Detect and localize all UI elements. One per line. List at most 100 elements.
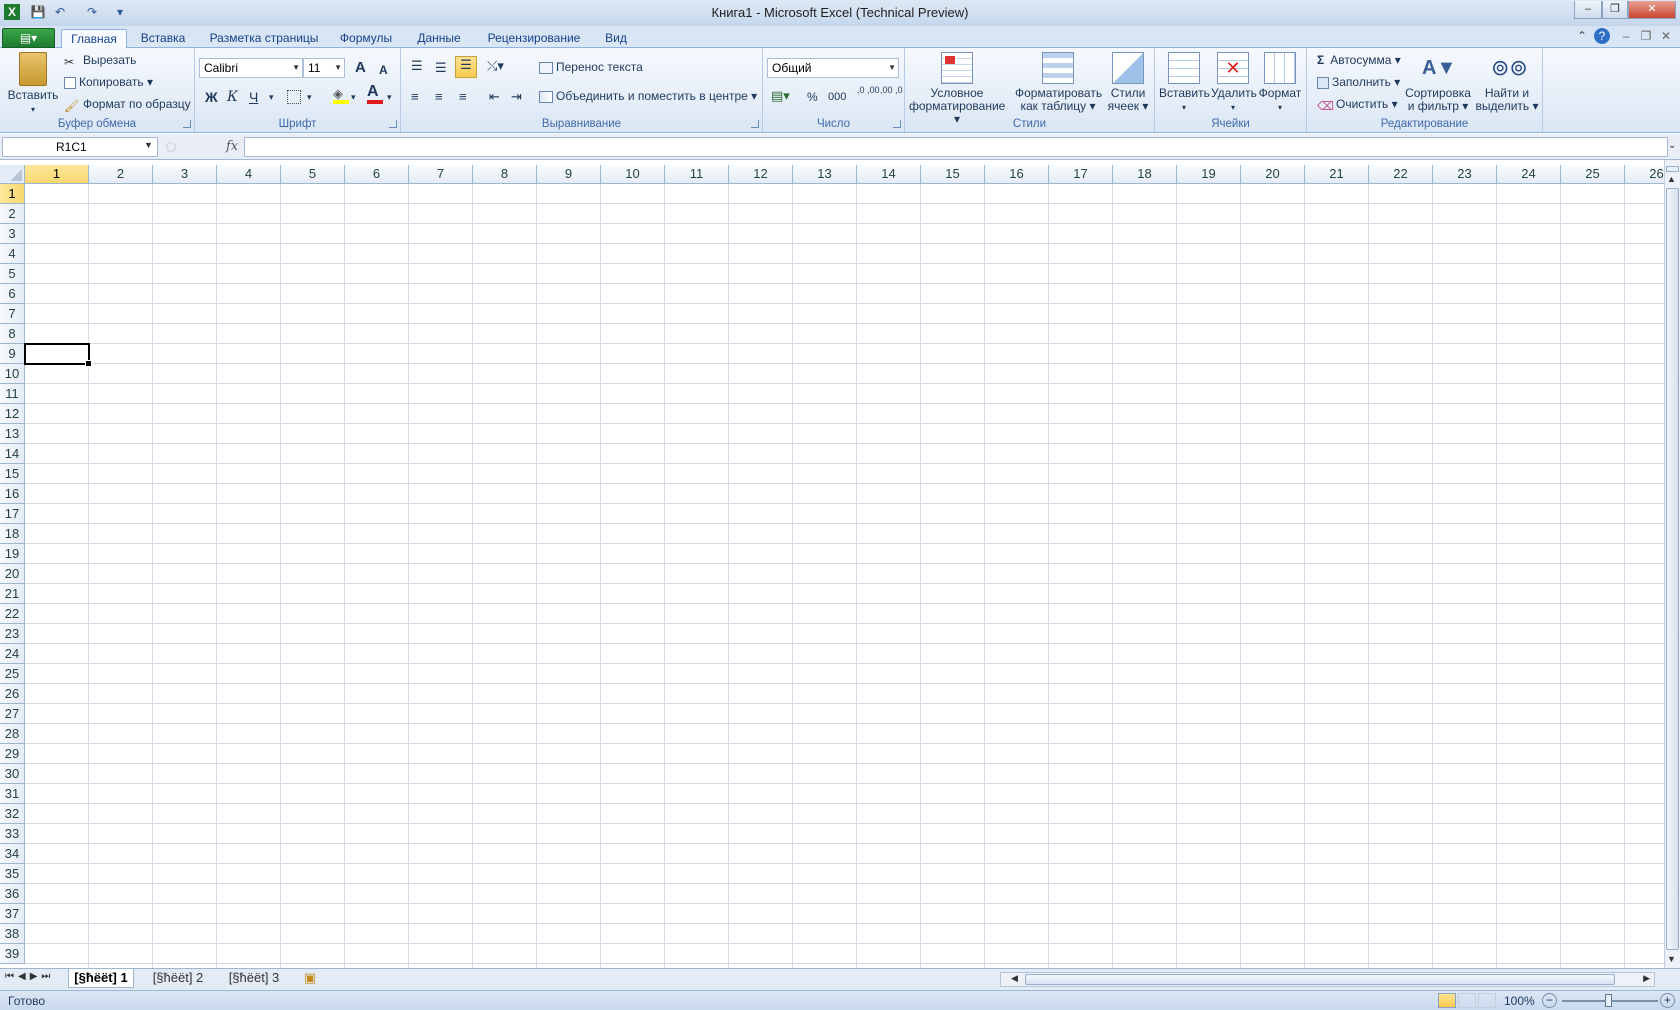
copy-button[interactable]: Копировать ▾ <box>64 74 153 90</box>
column-header[interactable]: 4 <box>217 165 281 183</box>
doc-restore-icon[interactable]: ❐ <box>1638 28 1654 44</box>
horizontal-scrollbar[interactable]: ◀ ▶ <box>1000 972 1655 987</box>
split-handle-icon[interactable] <box>1666 166 1679 172</box>
row-header[interactable]: 16 <box>0 484 25 504</box>
shrink-font-button[interactable]: A <box>379 62 388 78</box>
scroll-right-icon[interactable]: ▶ <box>1643 973 1650 984</box>
tab-page-layout[interactable]: Разметка страницы <box>205 29 323 49</box>
tab-data[interactable]: Данные <box>410 29 468 49</box>
row-header[interactable]: 6 <box>0 284 25 304</box>
column-header[interactable]: 3 <box>153 165 217 183</box>
row-header[interactable]: 32 <box>0 804 25 824</box>
delete-cells-button[interactable]: ✕ Удалить ▾ <box>1211 52 1257 114</box>
fill-dropdown-icon[interactable]: ▾ <box>351 89 356 105</box>
sheet-tab-3[interactable]: [§ħëët] 3 <box>222 969 286 988</box>
alignment-launcher-icon[interactable] <box>751 120 759 128</box>
font-color-icon[interactable]: A <box>367 84 383 104</box>
zoom-level[interactable]: 100% <box>1504 994 1535 1008</box>
italic-button[interactable]: К <box>227 89 238 105</box>
decrease-decimal-button[interactable]: ,00 ,0 <box>880 86 903 95</box>
row-header[interactable]: 34 <box>0 844 25 864</box>
column-header[interactable]: 5 <box>281 165 345 183</box>
align-left-icon[interactable]: ≡ <box>411 89 419 105</box>
help-icon[interactable]: ? <box>1594 28 1610 44</box>
borders-dropdown-icon[interactable]: ▾ <box>307 89 312 105</box>
row-header[interactable]: 15 <box>0 464 25 484</box>
close-button[interactable]: ✕ <box>1628 1 1676 19</box>
insert-function-button[interactable]: fx <box>226 139 238 154</box>
orientation-icon[interactable]: ⤯▾ <box>487 58 504 74</box>
row-header[interactable]: 38 <box>0 924 25 944</box>
format-as-table-button[interactable]: Форматировать как таблицу ▾ <box>1015 52 1102 113</box>
cell-styles-button[interactable]: Стили ячеек ▾ <box>1105 52 1151 113</box>
align-center-icon[interactable]: ≡ <box>435 89 443 105</box>
select-all-button[interactable] <box>0 165 25 184</box>
scroll-up-icon[interactable]: ▲ <box>1667 174 1676 184</box>
column-header[interactable]: 10 <box>601 165 665 183</box>
row-header[interactable]: 18 <box>0 524 25 544</box>
merge-center-button[interactable]: Объединить и поместить в центре ▾ <box>539 88 757 104</box>
page-layout-view-icon[interactable] <box>1458 993 1476 1008</box>
normal-view-icon[interactable] <box>1438 993 1456 1008</box>
borders-icon[interactable] <box>287 90 301 104</box>
row-header[interactable]: 25 <box>0 664 25 684</box>
row-header[interactable]: 28 <box>0 724 25 744</box>
sheet-tab-1[interactable]: [§ħëët] 1 <box>68 969 134 988</box>
align-right-icon[interactable]: ≡ <box>459 89 467 105</box>
ribbon-minimize-icon[interactable]: ⌃ <box>1574 28 1590 44</box>
row-header[interactable]: 17 <box>0 504 25 524</box>
column-header[interactable]: 11 <box>665 165 729 183</box>
column-header[interactable]: 25 <box>1561 165 1625 183</box>
tab-formulas[interactable]: Формулы <box>336 29 396 49</box>
row-header[interactable]: 36 <box>0 884 25 904</box>
vertical-scrollbar[interactable]: ▲ ▼ <box>1664 160 1680 968</box>
tab-insert[interactable]: Вставка <box>134 29 192 49</box>
format-cells-button[interactable]: Формат ▾ <box>1257 52 1303 114</box>
wrap-text-button[interactable]: Перенос текста <box>539 59 643 75</box>
underline-dropdown-icon[interactable]: ▾ <box>269 89 274 105</box>
align-middle-icon[interactable]: ☰ <box>435 60 447 76</box>
row-header[interactable]: 20 <box>0 564 25 584</box>
column-header[interactable]: 23 <box>1433 165 1497 183</box>
bold-button[interactable]: Ж <box>205 89 218 105</box>
row-header[interactable]: 27 <box>0 704 25 724</box>
insert-sheet-icon[interactable]: ▣ <box>298 969 322 988</box>
column-header[interactable]: 2 <box>89 165 153 183</box>
font-name-combo[interactable]: Calibri ▼ <box>199 58 303 78</box>
column-header[interactable]: 1 <box>25 165 89 183</box>
currency-icon[interactable]: ▤▾ <box>771 88 790 104</box>
tab-review[interactable]: Рецензирование <box>480 29 588 49</box>
doc-close-icon[interactable]: ✕ <box>1658 28 1674 44</box>
column-header[interactable]: 22 <box>1369 165 1433 183</box>
row-header[interactable]: 24 <box>0 644 25 664</box>
horizontal-scroll-thumb[interactable] <box>1025 974 1615 985</box>
row-header[interactable]: 31 <box>0 784 25 804</box>
row-header[interactable]: 4 <box>0 244 25 264</box>
row-header[interactable]: 5 <box>0 264 25 284</box>
formula-bar-expand-icon[interactable]: ⌄ <box>1668 140 1676 151</box>
insert-cells-button[interactable]: Вставить ▾ <box>1159 52 1210 114</box>
number-format-combo[interactable]: Общий ▼ <box>767 58 899 78</box>
cell-area[interactable] <box>25 184 1664 968</box>
row-header[interactable]: 13 <box>0 424 25 444</box>
file-tab[interactable]: ▤▾ <box>2 28 55 48</box>
align-top-icon[interactable]: ☰ <box>411 58 423 74</box>
restore-button[interactable]: ❐ <box>1602 1 1628 19</box>
active-cell[interactable] <box>24 343 92 367</box>
column-header[interactable]: 16 <box>985 165 1049 183</box>
tab-home[interactable]: Главная <box>61 29 127 49</box>
row-header[interactable]: 11 <box>0 384 25 404</box>
row-header[interactable]: 29 <box>0 744 25 764</box>
sheet-tab-2[interactable]: [§ħëët] 2 <box>146 969 210 988</box>
underline-button[interactable]: Ч <box>249 89 258 105</box>
column-header[interactable]: 24 <box>1497 165 1561 183</box>
cut-button[interactable]: ✂ Вырезать <box>64 52 136 69</box>
thousands-button[interactable]: 000 <box>828 89 846 105</box>
font-launcher-icon[interactable] <box>389 120 397 128</box>
row-header[interactable]: 8 <box>0 324 25 344</box>
fill-button[interactable]: Заполнить ▾ <box>1317 74 1400 90</box>
paste-button[interactable]: Вставить ▾ <box>6 52 60 116</box>
find-select-button[interactable]: ⊚⊚ Найти и выделить ▾ <box>1475 52 1539 113</box>
font-color-dropdown-icon[interactable]: ▾ <box>387 89 392 105</box>
column-header[interactable]: 21 <box>1305 165 1369 183</box>
